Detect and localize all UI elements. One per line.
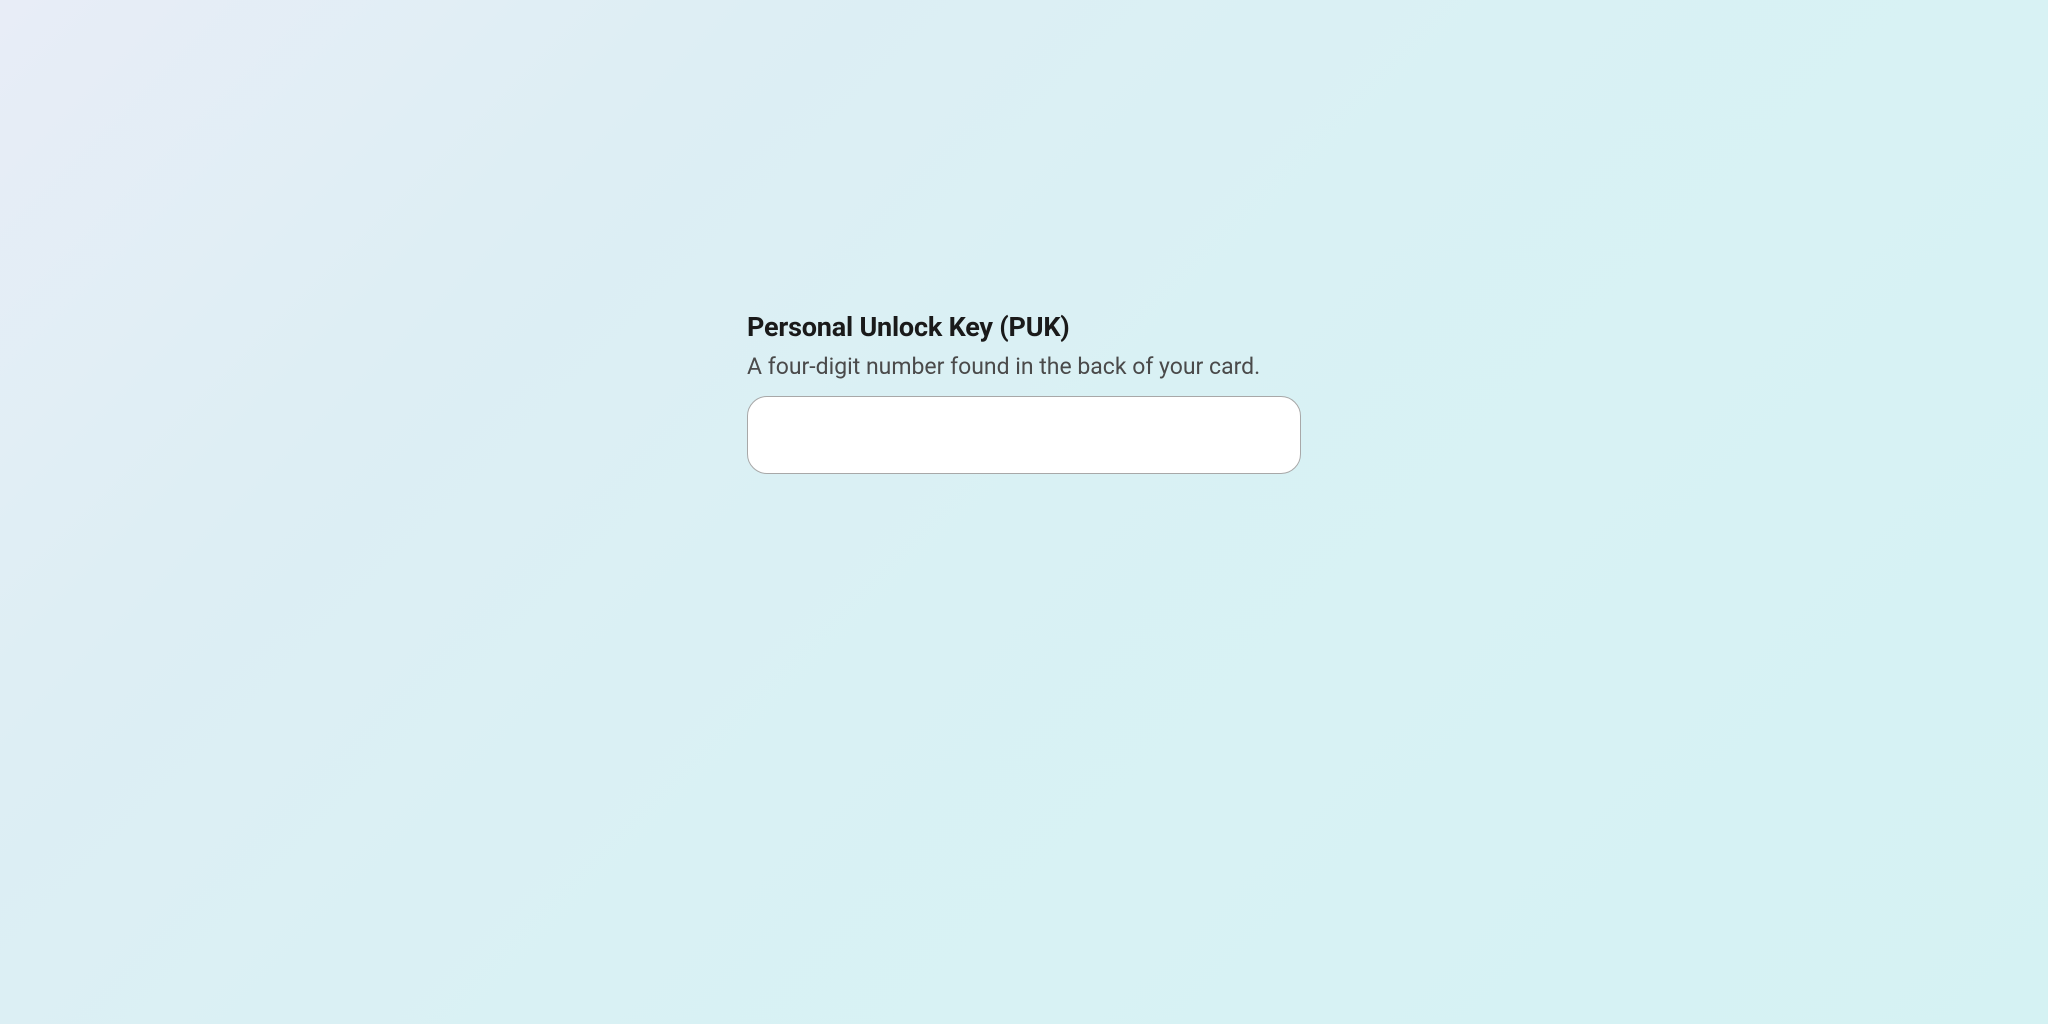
puk-form-container: Personal Unlock Key (PUK) A four-digit n… [747, 311, 1301, 474]
form-title: Personal Unlock Key (PUK) [747, 311, 1301, 343]
puk-input[interactable] [747, 396, 1301, 474]
form-description: A four-digit number found in the back of… [747, 353, 1301, 380]
